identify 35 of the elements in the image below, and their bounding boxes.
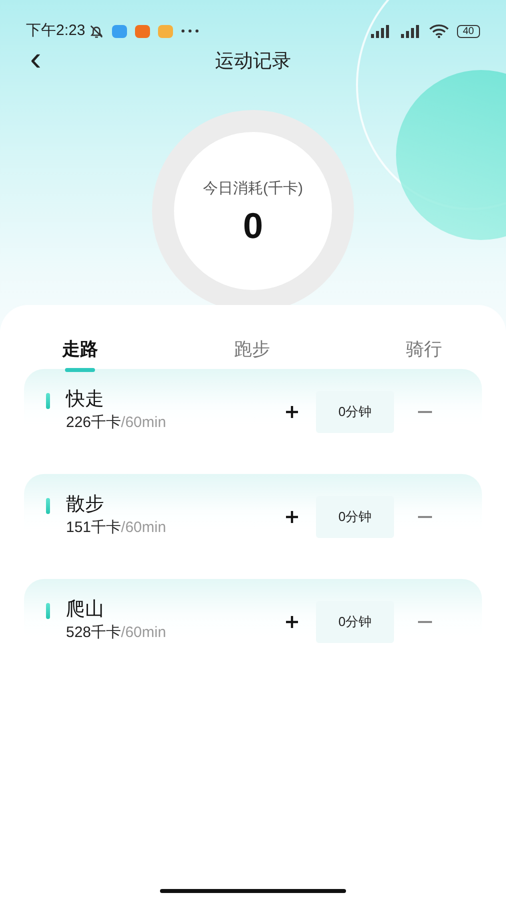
- duration-field[interactable]: 0分钟: [316, 391, 394, 433]
- activity-tab[interactable]: 走路: [62, 329, 98, 369]
- accent-bar: [46, 603, 50, 619]
- activity-tab[interactable]: 跑步: [234, 329, 270, 369]
- accent-bar: [46, 393, 50, 409]
- app-icon: [158, 24, 174, 38]
- more-icon: [181, 29, 200, 33]
- minus-icon: [418, 621, 432, 623]
- app-icon: [135, 24, 150, 38]
- battery-indicator: 40: [456, 24, 480, 38]
- activity-name: 爬山: [66, 599, 105, 622]
- wifi-icon: [428, 24, 449, 38]
- activity-name: 散步: [66, 494, 105, 517]
- activity-name: 快走: [66, 389, 105, 412]
- calorie-rate: 226千卡/60min: [66, 412, 166, 433]
- bell-off-icon: [89, 24, 104, 38]
- ring-label: 今日消耗(千卡): [203, 178, 303, 199]
- accent-bar: [46, 498, 50, 514]
- calorie-value: 0: [242, 208, 264, 244]
- signal-icon: [398, 24, 421, 38]
- duration-field[interactable]: 0分钟: [316, 601, 394, 643]
- minus-icon: [418, 411, 432, 413]
- back-button[interactable]: ‹: [26, 44, 46, 74]
- calorie-rate: 151千卡/60min: [66, 518, 166, 538]
- duration-field[interactable]: 0分钟: [316, 496, 394, 538]
- app-icon: [112, 24, 128, 38]
- status-time: 下午2:23: [26, 20, 86, 41]
- signal-icon: [368, 24, 391, 38]
- page-title: 运动记录: [215, 51, 291, 72]
- plus-icon: [286, 406, 298, 418]
- calorie-rate: 528千卡/60min: [66, 622, 166, 643]
- plus-icon: [286, 511, 298, 523]
- activity-tab[interactable]: 骑行: [406, 329, 442, 369]
- plus-icon: [286, 616, 298, 628]
- minus-icon: [418, 516, 432, 518]
